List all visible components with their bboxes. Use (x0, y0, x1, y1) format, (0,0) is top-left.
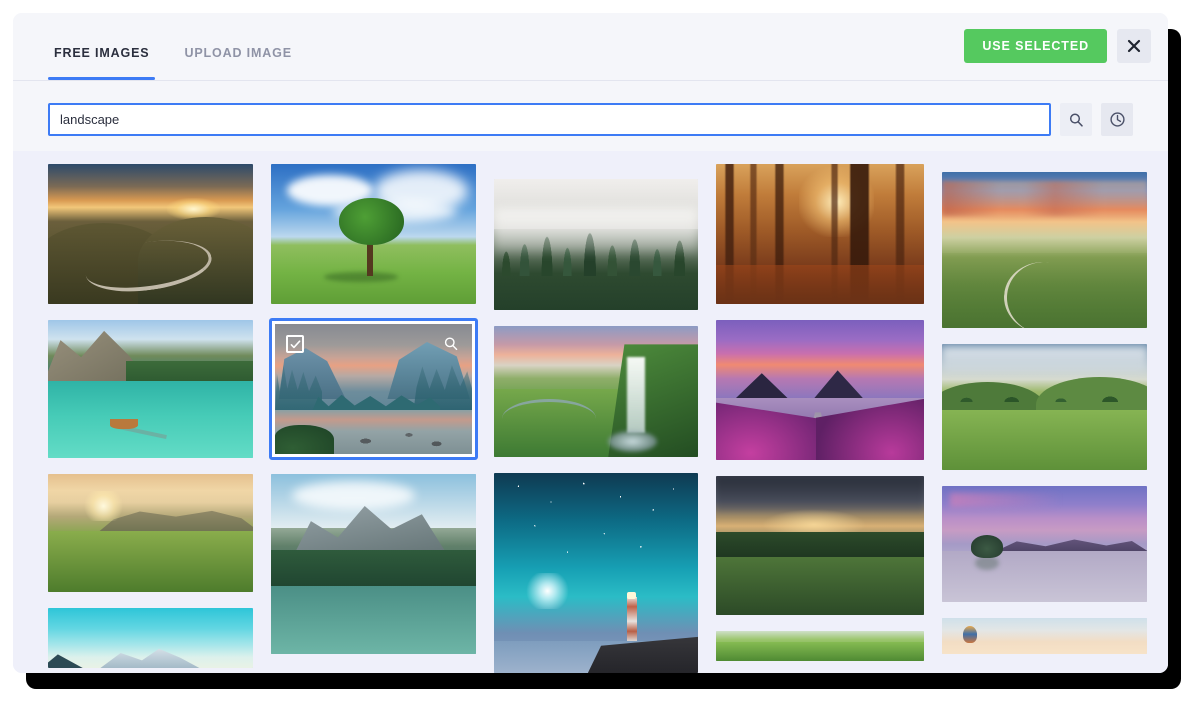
gallery-column (716, 164, 924, 661)
image-card-dark-cloudy-field-sunset[interactable] (716, 476, 924, 615)
close-button[interactable] (1117, 29, 1151, 63)
image-card-hot-air-balloon-pastel[interactable] (942, 618, 1147, 654)
gallery-column (48, 164, 253, 668)
gallery-column (269, 164, 478, 654)
tab-free-images[interactable]: FREE IMAGES (48, 46, 156, 80)
image-thumbnail (271, 164, 476, 304)
image-thumbnail (271, 474, 476, 654)
image-card-lone-tree-green-field[interactable] (271, 164, 476, 304)
search-row (13, 81, 1168, 151)
image-card-lavender-purple-sunset-lake[interactable] (716, 320, 924, 460)
image-card-sunrise-meadow-ridge[interactable] (48, 474, 253, 592)
close-x-icon (1127, 39, 1141, 53)
image-thumbnail (942, 172, 1147, 328)
magnifier-icon (444, 337, 458, 351)
image-card-yosemite-blue-valley-selected[interactable] (269, 318, 478, 460)
image-card-tuscan-sunset-hills[interactable] (942, 172, 1147, 328)
image-thumbnail (494, 179, 698, 310)
image-thumbnail (494, 473, 698, 673)
header-actions: USE SELECTED (964, 29, 1151, 63)
image-thumbnail (716, 631, 924, 661)
image-card-turquoise-sky-snow-peak[interactable] (48, 608, 253, 668)
image-card-lighthouse-starry-night[interactable] (494, 473, 698, 673)
clock-history-icon (1109, 112, 1125, 127)
image-results-gallery[interactable] (13, 151, 1168, 673)
screen: FREE IMAGES UPLOAD IMAGE USE SELECTED (0, 0, 1181, 706)
image-thumbnail (48, 164, 253, 304)
tab-upload-image[interactable]: UPLOAD IMAGE (178, 46, 297, 80)
image-thumbnail (48, 608, 253, 668)
image-thumbnail (942, 618, 1147, 654)
image-card-waterfall-green-valley[interactable] (494, 326, 698, 457)
image-card-green-field-grass[interactable] (716, 631, 924, 661)
card-checkbox-checked[interactable] (286, 335, 304, 353)
image-card-glacier-lake-mountains[interactable] (271, 474, 476, 654)
card-zoom-preview-button[interactable] (442, 335, 460, 353)
image-thumbnail (716, 476, 924, 615)
image-thumbnail (942, 344, 1147, 470)
image-card-autumn-forest-sunrays[interactable] (716, 164, 924, 304)
magnifier-icon (1069, 113, 1083, 127)
image-thumbnail (716, 320, 924, 460)
search-submit-button[interactable] (1060, 103, 1092, 136)
image-card-sunset-mountain-road[interactable] (48, 164, 253, 304)
image-card-alpine-turquoise-lake-boat[interactable] (48, 320, 253, 458)
modal-header: FREE IMAGES UPLOAD IMAGE USE SELECTED (13, 13, 1168, 81)
search-history-button[interactable] (1101, 103, 1133, 136)
image-picker-modal: FREE IMAGES UPLOAD IMAGE USE SELECTED (13, 13, 1168, 673)
image-thumbnail (494, 326, 698, 457)
masonry-grid (48, 164, 1147, 673)
tab-bar: FREE IMAGES UPLOAD IMAGE (13, 13, 321, 80)
gallery-column (942, 172, 1147, 654)
gallery-column (494, 179, 698, 673)
image-thumbnail (48, 474, 253, 592)
image-card-rolling-green-hills[interactable] (942, 344, 1147, 470)
image-card-foggy-pine-forest[interactable] (494, 179, 698, 310)
image-thumbnail (716, 164, 924, 304)
image-card-purple-lake-lone-tree[interactable] (942, 486, 1147, 602)
use-selected-button[interactable]: USE SELECTED (964, 29, 1107, 63)
image-thumbnail (48, 320, 253, 458)
checkbox-checked-icon (290, 339, 300, 348)
search-input[interactable] (48, 103, 1051, 136)
image-thumbnail (942, 486, 1147, 602)
